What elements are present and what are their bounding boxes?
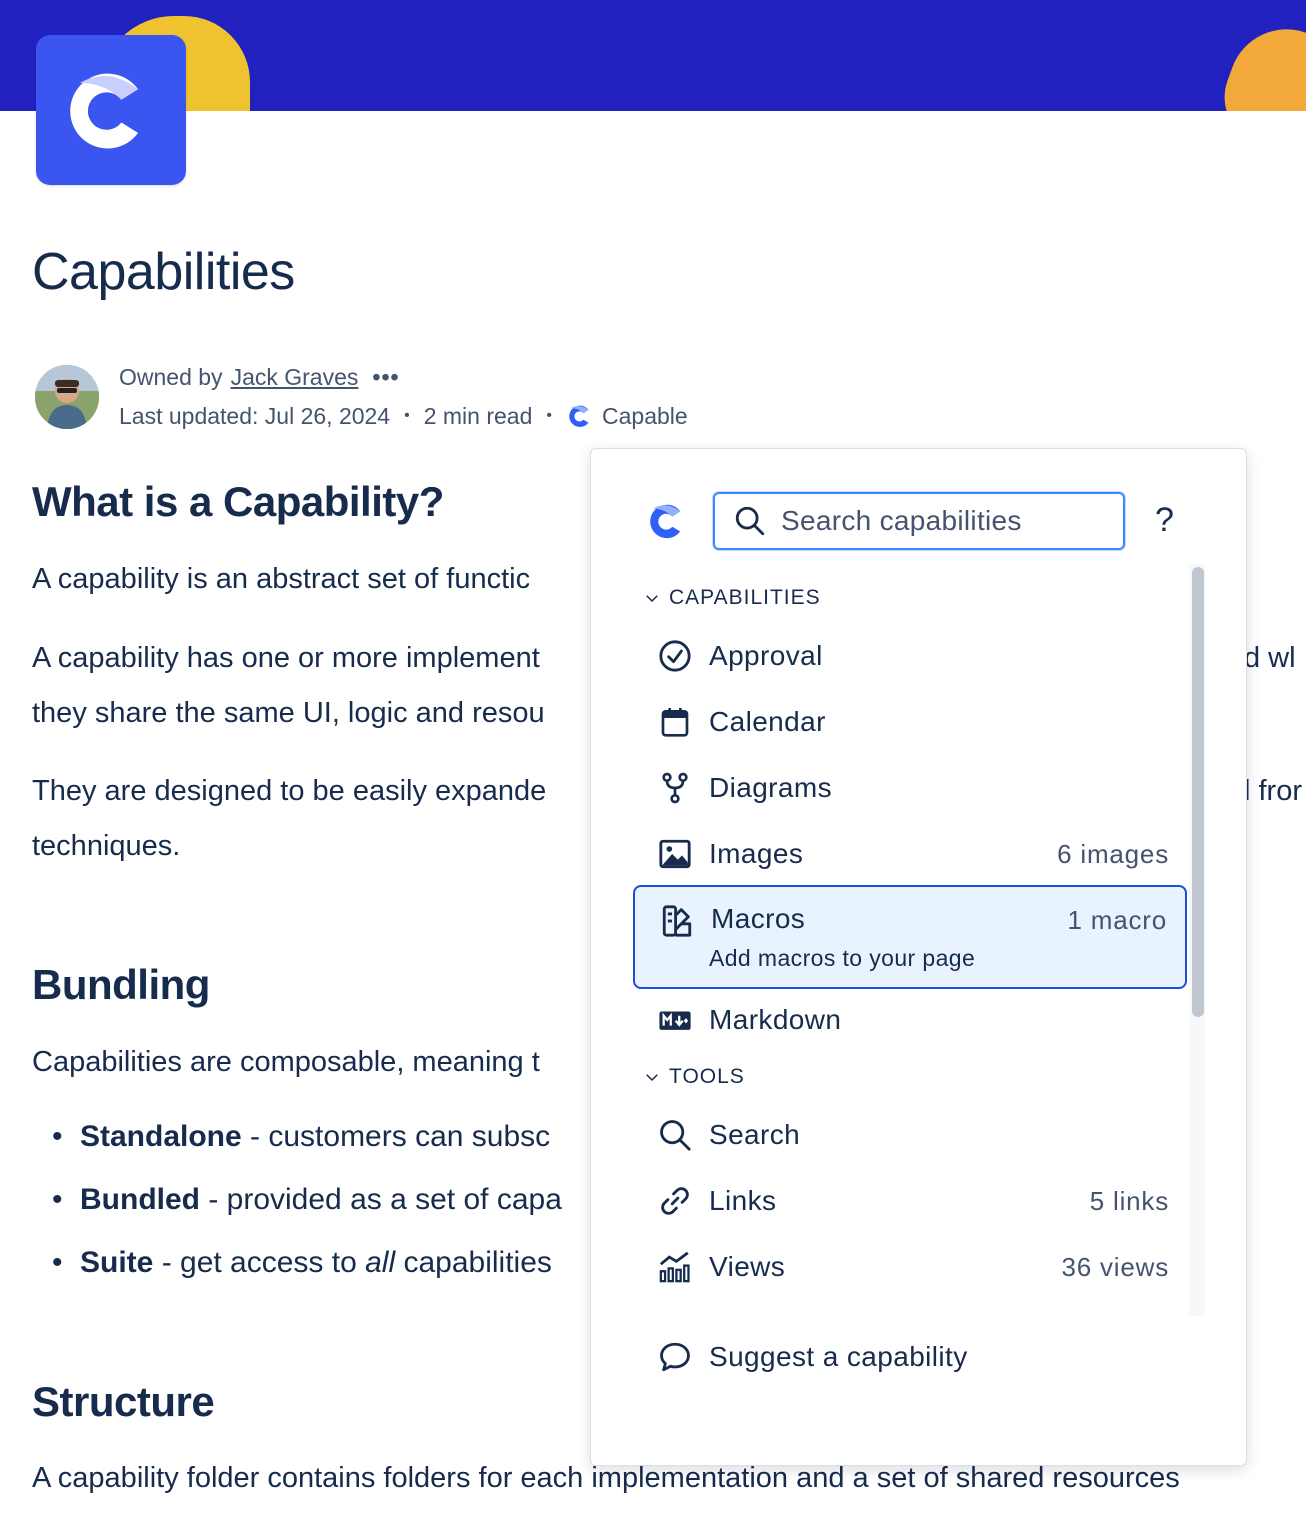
search-capabilities-field[interactable] bbox=[713, 492, 1125, 550]
byline-owner: Owned by Jack Graves ••• bbox=[119, 364, 400, 391]
owner-link[interactable]: Jack Graves bbox=[231, 364, 359, 391]
item-count: 6 images bbox=[1057, 838, 1169, 869]
paragraph: They are designed to be easily expande bbox=[32, 775, 547, 807]
more-options-button[interactable]: ••• bbox=[372, 364, 399, 391]
capable-app-button[interactable]: Capable bbox=[566, 402, 688, 430]
section-label: TOOLS bbox=[669, 1065, 745, 1088]
chevron-down-icon bbox=[646, 595, 658, 603]
paragraph: they share the same UI, logic and resou bbox=[32, 697, 545, 729]
item-label: Images bbox=[709, 838, 804, 869]
tool-item-search[interactable]: Search bbox=[633, 1106, 1187, 1164]
capability-item-markdown[interactable]: Markdown bbox=[633, 991, 1187, 1049]
search-icon bbox=[657, 1117, 693, 1153]
owned-by-label: Owned by bbox=[119, 364, 223, 390]
capability-item-calendar[interactable]: Calendar bbox=[633, 693, 1187, 751]
search-input[interactable] bbox=[781, 505, 1101, 537]
paragraph: A capability folder contains folders for… bbox=[32, 1462, 1180, 1494]
list-item: Standalone - customers can subsc bbox=[52, 1120, 550, 1154]
separator-dot: • bbox=[546, 407, 552, 424]
heading-structure: Structure bbox=[32, 1378, 215, 1425]
item-count: 36 views bbox=[1061, 1251, 1169, 1282]
capability-item-diagrams[interactable]: Diagrams bbox=[633, 759, 1187, 817]
diagram-icon bbox=[657, 770, 693, 806]
item-label: Links bbox=[709, 1185, 777, 1216]
macro-icon bbox=[659, 903, 695, 939]
popup-logo bbox=[645, 499, 689, 548]
check-circle-icon bbox=[657, 638, 693, 674]
link-icon bbox=[657, 1183, 693, 1219]
chat-bubble-icon bbox=[657, 1339, 693, 1375]
heading-bundling: Bundling bbox=[32, 961, 210, 1008]
paragraph-fragment: l fror bbox=[1244, 775, 1302, 807]
capability-item-images[interactable]: Images 6 images bbox=[633, 825, 1187, 883]
page-title: Capabilities bbox=[32, 243, 295, 301]
tool-item-views[interactable]: Views 36 views bbox=[633, 1238, 1187, 1296]
item-count: 1 macro bbox=[1067, 905, 1167, 935]
item-label: Diagrams bbox=[709, 772, 833, 803]
search-icon bbox=[735, 506, 765, 536]
header-banner bbox=[0, 0, 1306, 111]
item-label: Approval bbox=[709, 640, 823, 671]
item-label: Search bbox=[709, 1119, 801, 1150]
capable-app-label: Capable bbox=[602, 402, 688, 429]
paragraph: A capability is an abstract set of funct… bbox=[32, 563, 531, 595]
item-label: Macros bbox=[711, 903, 806, 934]
separator-dot: • bbox=[404, 407, 410, 424]
list-item: Bundled - provided as a set of capa bbox=[52, 1183, 562, 1217]
capabilities-popup: ? CAPABILITIES Approval Calendar Diagram… bbox=[590, 448, 1247, 1466]
paragraph: A capability has one or more implement bbox=[32, 642, 540, 674]
capability-item-approval[interactable]: Approval bbox=[633, 627, 1187, 685]
tool-item-links[interactable]: Links 5 links bbox=[633, 1172, 1187, 1230]
paragraph: techniques. bbox=[32, 830, 181, 862]
section-toggle-tools[interactable]: TOOLS bbox=[643, 1065, 745, 1089]
item-label: Views bbox=[709, 1251, 786, 1282]
section-toggle-capabilities[interactable]: CAPABILITIES bbox=[643, 586, 821, 610]
help-button[interactable]: ? bbox=[1155, 501, 1174, 540]
suggest-capability-button[interactable]: Suggest a capability bbox=[633, 1328, 1187, 1386]
byline-meta: Last updated: Jul 26, 2024 • 2 min read … bbox=[119, 402, 688, 430]
markdown-icon bbox=[657, 1002, 693, 1038]
capability-item-macros[interactable]: Macros 1 macro Add macros to your page bbox=[633, 885, 1187, 989]
scrollbar-thumb[interactable] bbox=[1192, 567, 1204, 1017]
avatar[interactable] bbox=[35, 365, 99, 429]
item-subtitle: Add macros to your page bbox=[709, 945, 976, 971]
capable-logo-icon bbox=[70, 73, 139, 149]
item-label: Calendar bbox=[709, 706, 826, 737]
capable-logo-icon bbox=[650, 504, 681, 539]
item-label: Suggest a capability bbox=[709, 1341, 968, 1372]
image-icon bbox=[657, 836, 693, 872]
capable-logo-icon bbox=[569, 405, 589, 427]
paragraph-fragment: d wl bbox=[1244, 642, 1296, 674]
calendar-icon bbox=[657, 704, 693, 740]
list-item: Suite - get access to all capabilities bbox=[52, 1246, 552, 1280]
heading-what-is-capability: What is a Capability? bbox=[32, 478, 444, 525]
views-icon bbox=[657, 1249, 693, 1285]
app-logo bbox=[36, 35, 186, 185]
item-count: 5 links bbox=[1089, 1185, 1169, 1216]
section-label: CAPABILITIES bbox=[669, 586, 821, 609]
chevron-down-icon bbox=[646, 1074, 658, 1082]
last-updated: Last updated: Jul 26, 2024 bbox=[119, 402, 391, 429]
paragraph: Capabilities are composable, meaning t bbox=[32, 1046, 540, 1078]
read-time: 2 min read bbox=[423, 402, 533, 429]
item-label: Markdown bbox=[709, 1004, 842, 1035]
decorative-blob bbox=[1211, 13, 1306, 111]
